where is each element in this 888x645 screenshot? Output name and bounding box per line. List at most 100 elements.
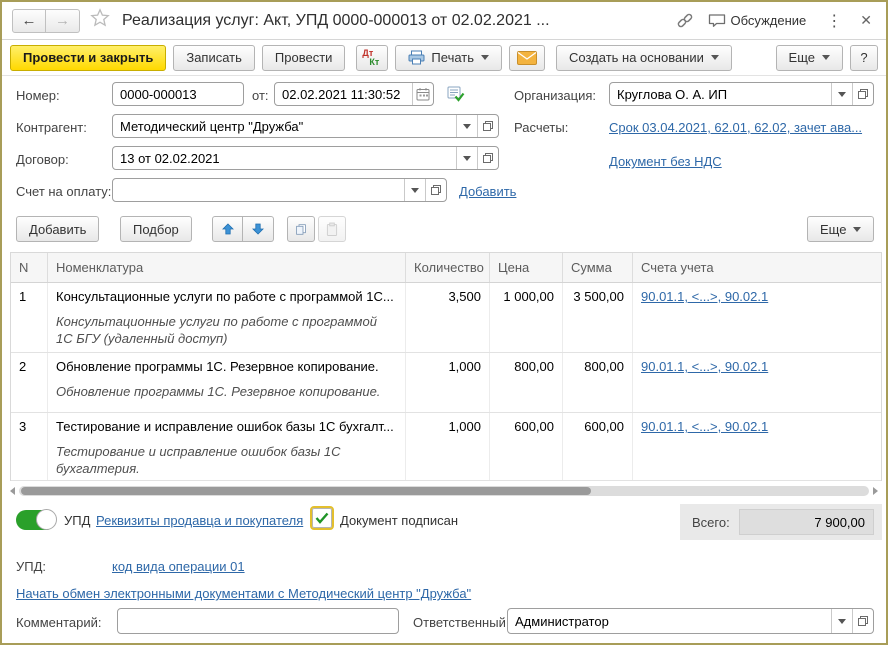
edi-exchange-link[interactable]: Начать обмен электронными документами с … — [16, 586, 471, 601]
chevron-down-icon — [853, 227, 861, 232]
contract-select[interactable]: 13 от 02.02.2021 — [112, 146, 499, 170]
total-label: Всего: — [692, 515, 730, 530]
discussion-icon[interactable]: Обсуждение — [708, 13, 807, 29]
price-cell[interactable]: 600,00 — [490, 413, 563, 480]
row-add-button[interactable]: Добавить — [16, 216, 99, 242]
accounts-link[interactable]: 90.01.1, <...>, 90.02.1 — [641, 359, 768, 374]
copy-icon — [295, 222, 307, 237]
table-header-row: N Номенклатура Количество Цена Сумма Сче… — [11, 253, 881, 283]
operation-code-link[interactable]: код вида операции 01 — [112, 559, 245, 574]
open-icon[interactable] — [852, 609, 873, 633]
copy-button[interactable] — [287, 216, 315, 242]
col-sum[interactable]: Сумма — [563, 253, 633, 282]
nomenclature-name[interactable]: Тестирование и исправление ошибок базы 1… — [56, 419, 397, 434]
settlements-link[interactable]: Срок 03.04.2021, 62.01, 62.02, зачет ава… — [609, 120, 862, 135]
sum-cell[interactable]: 3 500,00 — [563, 283, 633, 352]
accounts-link[interactable]: 90.01.1, <...>, 90.02.1 — [641, 419, 768, 434]
col-nomenclature[interactable]: Номенклатура — [48, 253, 406, 282]
number-input[interactable]: 0000-000013 — [112, 82, 244, 106]
email-button[interactable] — [509, 45, 545, 71]
price-cell[interactable]: 800,00 — [490, 353, 563, 412]
arrow-down-icon — [252, 223, 264, 235]
upd-toggle[interactable] — [16, 510, 56, 530]
chevron-down-icon[interactable] — [404, 179, 425, 201]
col-n[interactable]: N — [11, 253, 48, 282]
nomenclature-comment: Обновление программы 1С. Резервное копир… — [56, 383, 397, 400]
clipboard-icon — [326, 222, 338, 237]
row-number: 2 — [11, 353, 48, 412]
nomenclature-comment: Консультационные услуги по работе с прог… — [56, 313, 397, 347]
total-panel: Всего: 7 900,00 — [680, 504, 882, 540]
print-button[interactable]: Печать — [395, 45, 502, 71]
qty-cell[interactable]: 1,000 — [406, 353, 490, 412]
document-signed-checkbox[interactable] — [312, 508, 332, 528]
table-row[interactable]: 2 Обновление программы 1С. Резервное коп… — [11, 353, 881, 413]
close-icon[interactable]: ✕ — [856, 12, 876, 29]
scrollbar-thumb[interactable] — [21, 487, 591, 495]
upd-label: УПД: — [16, 559, 46, 574]
favorite-star-icon[interactable] — [90, 8, 110, 33]
responsible-select[interactable]: Администратор — [507, 608, 874, 634]
qty-cell[interactable]: 3,500 — [406, 283, 490, 352]
paste-button[interactable] — [318, 216, 346, 242]
open-icon[interactable] — [852, 83, 873, 105]
col-price[interactable]: Цена — [490, 253, 563, 282]
save-button[interactable]: Записать — [173, 45, 255, 71]
table-row[interactable]: 3 Тестирование и исправление ошибок базы… — [11, 413, 881, 481]
open-icon[interactable] — [477, 147, 498, 169]
counterparty-select[interactable]: Методический центр "Дружба" — [112, 114, 499, 138]
page-title: Реализация услуг: Акт, УПД 0000-000013 о… — [122, 12, 550, 30]
accounts-link[interactable]: 90.01.1, <...>, 90.02.1 — [641, 289, 768, 304]
invoice-add-link[interactable]: Добавить — [459, 184, 516, 199]
chevron-down-icon[interactable] — [831, 83, 852, 105]
chevron-down-icon[interactable] — [456, 115, 477, 137]
nomenclature-name[interactable]: Консультационные услуги по работе с прог… — [56, 289, 397, 304]
move-down-button[interactable] — [243, 216, 274, 242]
col-accounts[interactable]: Счета учета — [633, 253, 883, 282]
document-posted-icon — [446, 84, 465, 108]
nomenclature-comment: Тестирование и исправление ошибок базы 1… — [56, 443, 397, 477]
post-and-close-button[interactable]: Провести и закрыть — [10, 45, 166, 71]
seller-buyer-requisites-link[interactable]: Реквизиты продавца и покупателя — [96, 513, 303, 528]
link-icon[interactable] — [676, 12, 694, 30]
document-signed-label: Документ подписан — [340, 513, 458, 528]
qty-cell[interactable]: 1,000 — [406, 413, 490, 480]
post-button[interactable]: Провести — [262, 45, 346, 71]
chevron-down-icon[interactable] — [831, 609, 852, 633]
scrollbar-track[interactable] — [19, 486, 869, 496]
more-button[interactable]: Еще — [776, 45, 843, 71]
sum-cell[interactable]: 600,00 — [563, 413, 633, 480]
organization-select[interactable]: Круглова О. А. ИП — [609, 82, 874, 106]
price-cell[interactable]: 1 000,00 — [490, 283, 563, 352]
move-up-button[interactable] — [212, 216, 243, 242]
open-icon[interactable] — [477, 115, 498, 137]
comment-input[interactable] — [117, 608, 399, 634]
chevron-down-icon[interactable] — [456, 147, 477, 169]
scroll-right-icon[interactable] — [873, 487, 878, 495]
forward-button[interactable]: → — [46, 9, 80, 33]
col-qty[interactable]: Количество — [406, 253, 490, 282]
upd-toggle-label: УПД — [64, 513, 90, 528]
no-vat-link[interactable]: Документ без НДС — [609, 154, 722, 169]
open-icon[interactable] — [425, 179, 446, 201]
date-input[interactable]: 02.02.2021 11:30:52 — [274, 82, 434, 106]
horizontal-scrollbar[interactable] — [10, 485, 878, 497]
help-button[interactable]: ? — [850, 45, 878, 71]
dt-kt-postings-button[interactable]: Дт Кт — [356, 45, 388, 71]
row-number: 3 — [11, 413, 48, 480]
more-menu-icon[interactable]: ⋮ — [822, 11, 846, 31]
nomenclature-name[interactable]: Обновление программы 1С. Резервное копир… — [56, 359, 397, 374]
calendar-icon[interactable] — [412, 83, 433, 105]
sum-cell[interactable]: 800,00 — [563, 353, 633, 412]
table-row[interactable]: 1 Консультационные услуги по работе с пр… — [11, 283, 881, 353]
organization-label: Организация: — [514, 88, 596, 103]
invoice-select[interactable] — [112, 178, 447, 202]
scroll-left-icon[interactable] — [10, 487, 15, 495]
pick-button[interactable]: Подбор — [120, 216, 192, 242]
table-more-button[interactable]: Еще — [807, 216, 874, 242]
back-button[interactable]: ← — [12, 9, 46, 33]
create-based-on-button[interactable]: Создать на основании — [556, 45, 732, 71]
number-label: Номер: — [16, 88, 60, 103]
contract-label: Договор: — [16, 152, 69, 167]
counterparty-label: Контрагент: — [16, 120, 87, 135]
